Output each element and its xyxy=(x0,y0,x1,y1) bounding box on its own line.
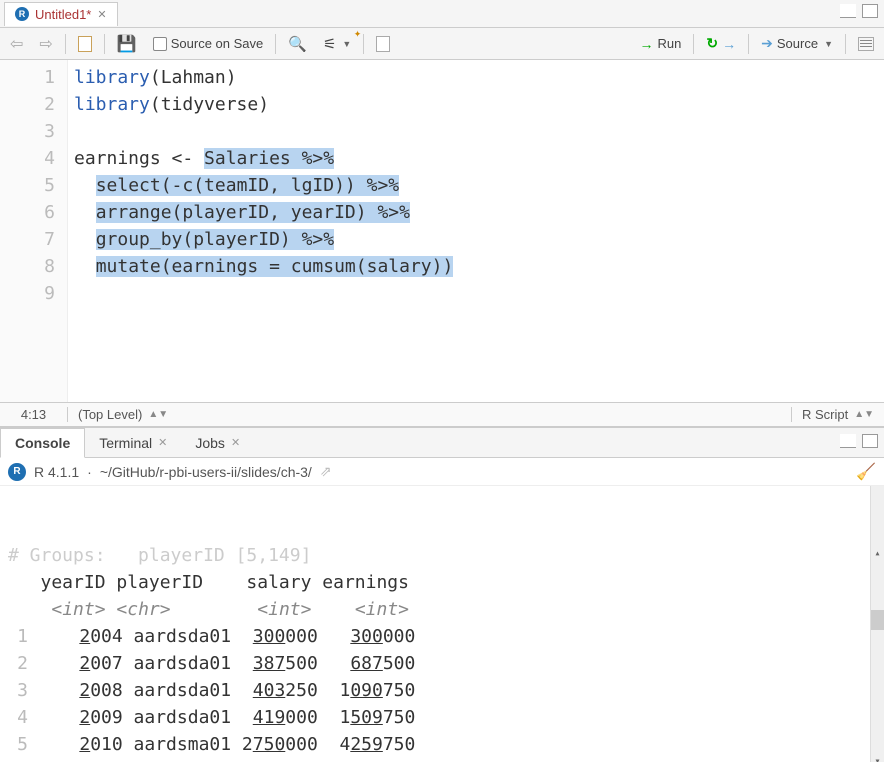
r-logo-icon: R xyxy=(8,463,26,481)
rerun-icon: ↻ xyxy=(706,35,718,52)
language-label: R Script xyxy=(802,407,848,422)
maximize-pane-button[interactable] xyxy=(862,434,878,448)
tab-terminal-label: Terminal xyxy=(99,435,152,451)
close-tab-icon[interactable]: ✕ xyxy=(97,8,106,21)
nav-forward-button[interactable]: ⇨ xyxy=(35,32,56,56)
cursor-position[interactable]: 4:13 xyxy=(0,407,68,422)
editor-status-bar: 4:13 (Top Level) ▲▼ R Script ▲▼ xyxy=(0,402,884,426)
updown-icon: ▲▼ xyxy=(854,409,874,420)
tab-console-label: Console xyxy=(15,435,70,451)
outline-button[interactable] xyxy=(854,35,878,53)
pane-window-controls xyxy=(840,434,878,448)
chevron-down-icon: ▼ xyxy=(342,39,351,49)
separator xyxy=(748,34,749,54)
file-tab[interactable]: R Untitled1* ✕ xyxy=(4,2,118,26)
toolbar-right: → Run ↻→ ➔ Source ▼ xyxy=(636,33,878,54)
save-button[interactable]: 💾 xyxy=(113,32,141,56)
code-area[interactable]: library(Lahman)library(tidyverse) earnin… xyxy=(68,60,884,402)
tab-terminal[interactable]: Terminal ✕ xyxy=(85,429,181,457)
rerun-arrow-icon: → xyxy=(722,36,736,52)
separator xyxy=(363,34,364,54)
scroll-thumb[interactable] xyxy=(871,610,884,630)
line-gutter: 123456789 xyxy=(0,60,68,402)
popout-icon[interactable]: ⇗ xyxy=(320,463,332,480)
code-tools-button[interactable]: ⚟▼ xyxy=(319,33,355,55)
show-in-new-window-button[interactable] xyxy=(74,34,96,54)
scope-selector[interactable]: (Top Level) ▲▼ xyxy=(68,407,791,422)
close-icon[interactable]: ✕ xyxy=(231,436,240,449)
maximize-pane-button[interactable] xyxy=(862,4,878,18)
nav-back-button[interactable]: ⇦ xyxy=(6,32,27,56)
r-version-label: R 4.1.1 xyxy=(34,464,79,480)
scroll-up-button[interactable]: ▴ xyxy=(871,540,884,554)
minimize-pane-button[interactable] xyxy=(840,4,856,18)
editor-toolbar: ⇦ ⇨ 💾 Source on Save 🔍 ⚟▼ → Run ↻→ ➔ Sou… xyxy=(0,28,884,60)
panel-tab-bar: Console Terminal ✕ Jobs ✕ xyxy=(0,428,884,458)
run-button[interactable]: → Run xyxy=(636,34,686,54)
source-on-save-toggle[interactable]: Source on Save xyxy=(149,34,268,53)
run-label: Run xyxy=(658,36,682,51)
tab-console[interactable]: Console xyxy=(0,428,85,458)
bottom-panel: Console Terminal ✕ Jobs ✕ R R 4.1.1 · ~/Gi… xyxy=(0,426,884,762)
outline-icon xyxy=(858,37,874,51)
code-editor[interactable]: 123456789 library(Lahman)library(tidyver… xyxy=(0,60,884,402)
separator xyxy=(65,34,66,54)
separator xyxy=(845,34,846,54)
source-on-save-label: Source on Save xyxy=(171,36,264,51)
chevron-down-icon: ▼ xyxy=(824,39,833,49)
tab-jobs-label: Jobs xyxy=(195,435,225,451)
dot-separator: · xyxy=(87,464,92,480)
separator xyxy=(275,34,276,54)
editor-tab-bar: R Untitled1* ✕ xyxy=(0,0,884,28)
separator xyxy=(104,34,105,54)
scope-label: (Top Level) xyxy=(78,407,142,422)
compile-report-button[interactable] xyxy=(372,34,394,54)
updown-icon: ▲▼ xyxy=(148,409,168,420)
file-tab-title: Untitled1* xyxy=(35,7,91,22)
find-replace-button[interactable]: 🔍 xyxy=(284,33,311,55)
console-header: R R 4.1.1 · ~/GitHub/r-pbi-users-ii/slid… xyxy=(0,458,884,486)
run-arrow-icon: → xyxy=(640,36,654,52)
language-selector[interactable]: R Script ▲▼ xyxy=(791,407,884,422)
scroll-down-button[interactable]: ▾ xyxy=(871,748,884,762)
r-file-icon: R xyxy=(15,7,29,21)
console-output[interactable]: # Groups: playerID [5,149] yearID player… xyxy=(0,486,884,762)
source-arrow-icon: ➔ xyxy=(761,35,773,52)
separator xyxy=(693,34,694,54)
pane-window-controls xyxy=(840,4,878,18)
minimize-pane-button[interactable] xyxy=(840,434,856,448)
source-button[interactable]: ➔ Source ▼ xyxy=(757,33,837,54)
close-icon[interactable]: ✕ xyxy=(158,436,167,449)
source-label: Source xyxy=(777,36,818,51)
tab-jobs[interactable]: Jobs ✕ xyxy=(181,429,254,457)
clear-console-button[interactable]: 🧹 xyxy=(856,462,876,482)
scrollbar[interactable]: ▴ ▾ xyxy=(870,486,884,762)
source-on-save-checkbox[interactable] xyxy=(153,37,167,51)
working-dir-path[interactable]: ~/GitHub/r-pbi-users-ii/slides/ch-3/ xyxy=(100,464,312,480)
rerun-button[interactable]: ↻→ xyxy=(702,33,740,54)
